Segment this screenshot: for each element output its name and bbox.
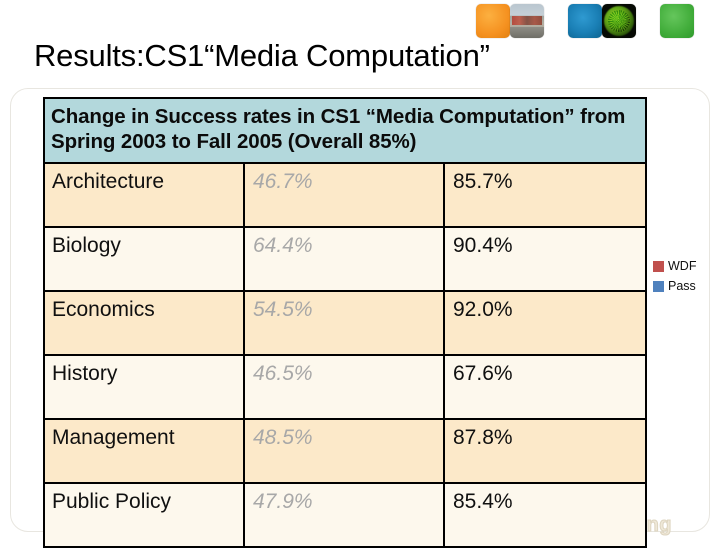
blue-tile-icon: [568, 4, 602, 38]
cell-rate-after: 85.7%: [442, 162, 648, 228]
header-thumbnail-pair-blue: [568, 4, 636, 38]
orange-tile-icon: [476, 4, 510, 38]
chart-legend: WDF Pass: [653, 260, 711, 300]
header-thumbnail-pair-orange: [476, 4, 544, 38]
cell-rate-after: 87.8%: [442, 418, 648, 484]
table-caption-row: Change in Success rates in CS1 “Media Co…: [42, 97, 648, 164]
cell-rate-before: 46.5%: [243, 354, 445, 420]
street-photo-thumbnail-icon: [510, 4, 544, 38]
legend-swatch-icon: [653, 260, 664, 272]
cell-department: Economics: [43, 290, 245, 356]
legend-swatch-icon: [653, 280, 664, 292]
cell-department: Architecture: [43, 162, 245, 228]
table-caption: Change in Success rates in CS1 “Media Co…: [42, 97, 648, 164]
table-row: Public Policy 47.9% 85.4%: [43, 482, 648, 548]
cell-rate-after: 67.6%: [442, 354, 648, 420]
table-row: History 46.5% 67.6%: [43, 354, 648, 420]
cell-department: Biology: [43, 226, 245, 292]
cell-department: Public Policy: [43, 482, 245, 548]
table-row: Management 48.5% 87.8%: [43, 418, 648, 484]
legend-item: WDF: [653, 260, 711, 272]
cell-department: Management: [43, 418, 245, 484]
bio-photo-thumbnail-icon: [602, 4, 636, 38]
cell-rate-before: 54.5%: [243, 290, 445, 356]
table-row: Biology 64.4% 90.4%: [43, 226, 648, 292]
table-row: Economics 54.5% 92.0%: [43, 290, 648, 356]
results-table: Change in Success rates in CS1 “Media Co…: [42, 97, 648, 548]
cell-rate-after: 90.4%: [442, 226, 648, 292]
cell-rate-before: 46.7%: [243, 162, 445, 228]
cell-rate-before: 48.5%: [243, 418, 445, 484]
cell-rate-after: 85.4%: [442, 482, 648, 548]
cell-rate-before: 47.9%: [243, 482, 445, 548]
table-row: Architecture 46.7% 85.7%: [43, 162, 648, 228]
legend-label: WDF: [668, 259, 697, 273]
legend-item: Pass: [653, 280, 711, 292]
legend-label: Pass: [668, 279, 696, 293]
cell-rate-before: 64.4%: [243, 226, 445, 292]
header-thumbnail-pair-green: [660, 4, 694, 38]
cell-rate-after: 92.0%: [442, 290, 648, 356]
page-title: Results:CS1“Media Computation”: [34, 38, 490, 73]
cell-department: History: [43, 354, 245, 420]
green-tile-icon: [660, 4, 694, 38]
header-image-strip: [476, 4, 716, 40]
